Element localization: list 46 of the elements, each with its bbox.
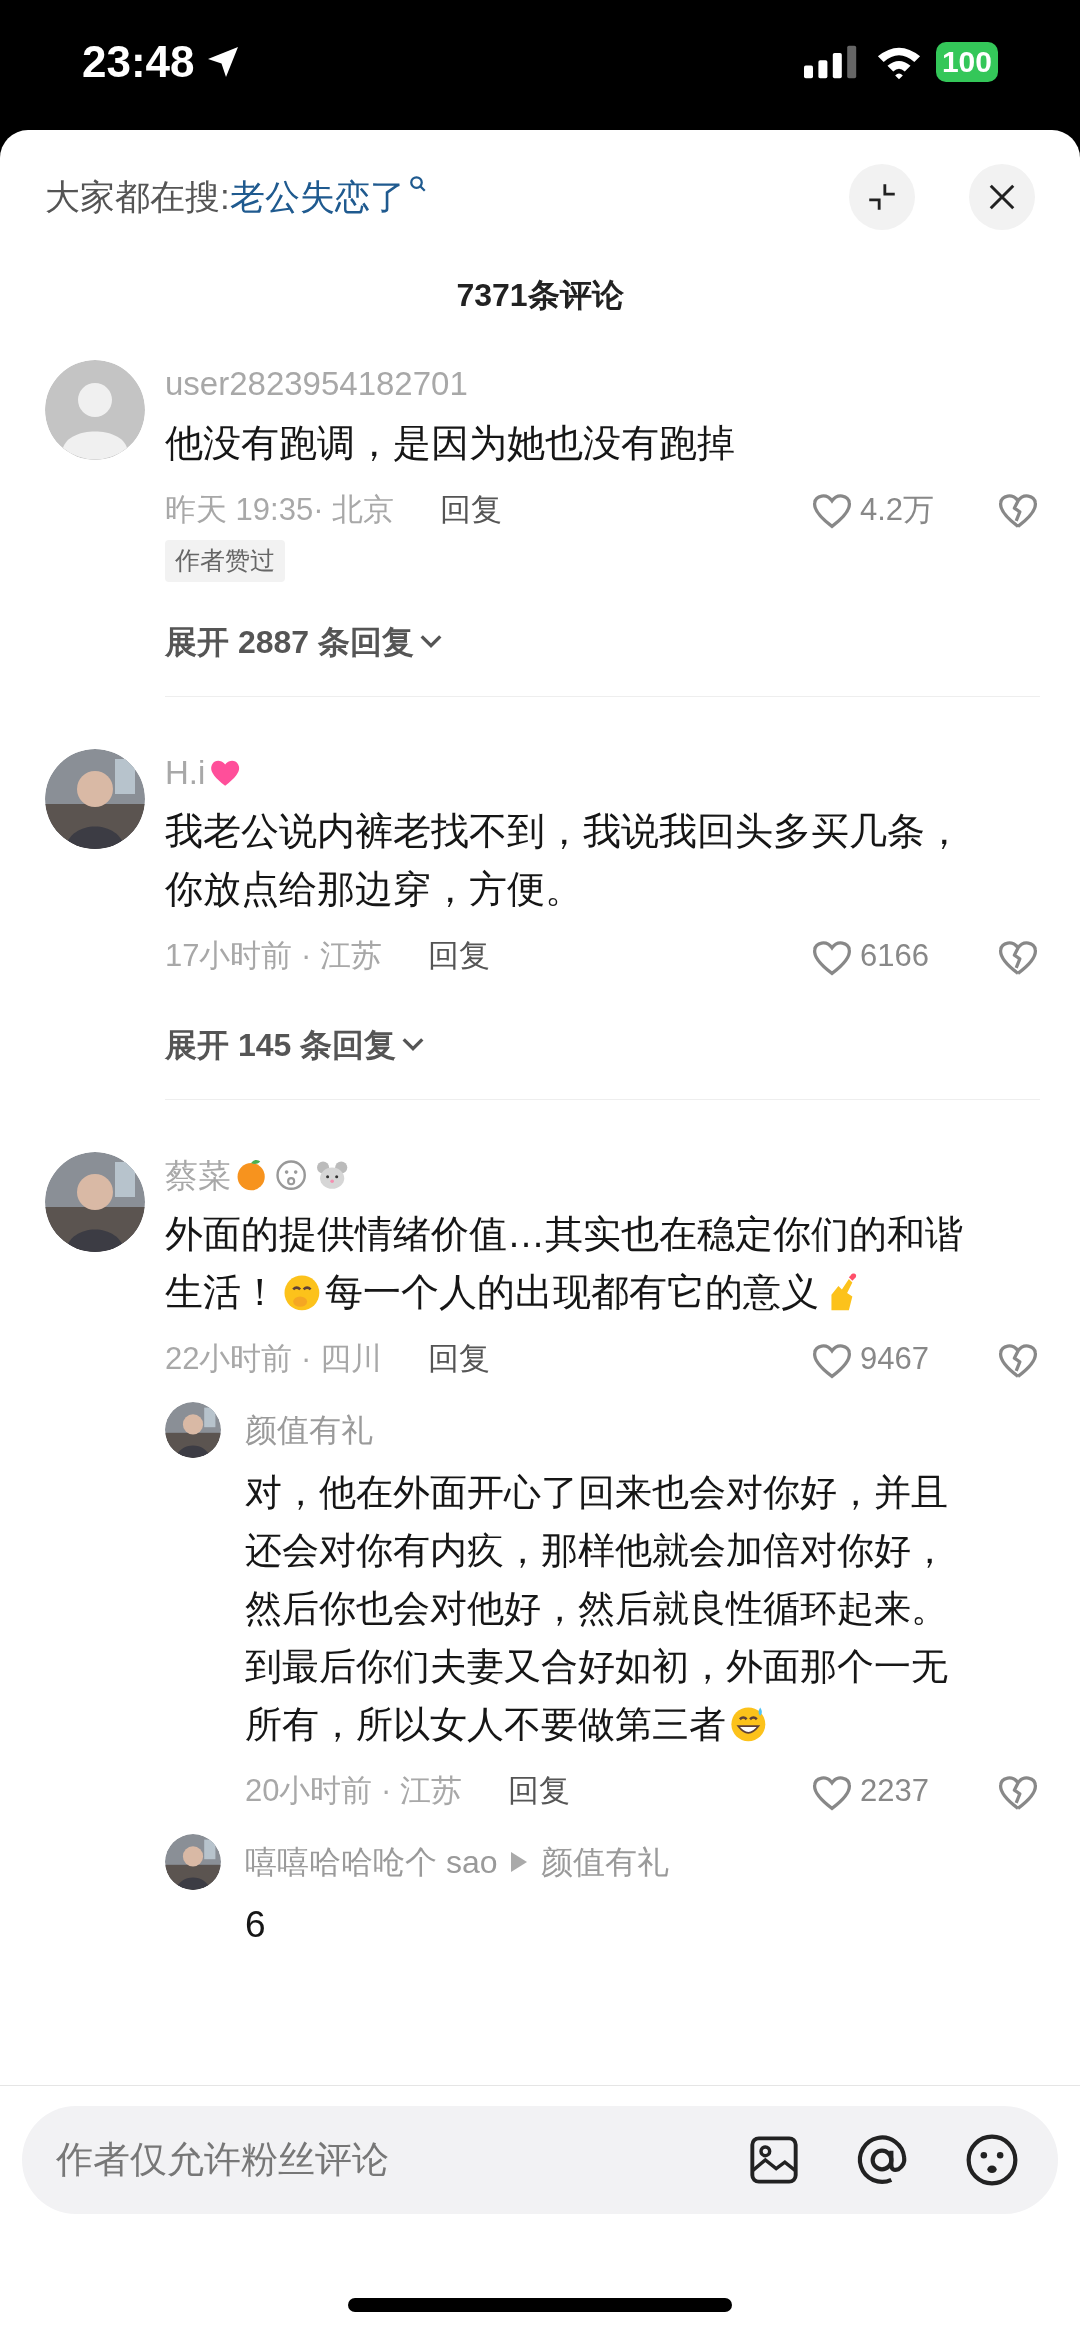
trending-search-link[interactable]: 老公失恋了 [229,170,427,224]
like-count: 6166 [860,937,930,976]
reply-text: 6 [245,1902,266,1947]
like-count: 9467 [860,1340,930,1379]
comment-time-location: 昨天 19:35· 北京 [165,490,395,529]
reply-username: 嘻嘻哈哈呛个 sao [245,1842,498,1882]
like-count: 2237 [860,1772,930,1811]
expand-replies-button[interactable]: 展开 2887 条回复 [165,617,444,666]
reply-text: 到最后你们夫妻又合好如初，外面那个一无 [245,1644,948,1689]
reply-text: 对，他在外面开心了回来也会对你好，并且 [245,1470,948,1515]
comment-username: H.i [165,752,206,793]
search-icon [408,174,427,193]
close-icon [987,182,1017,212]
play-arrow-icon [511,1851,528,1872]
reply-button[interactable]: 回复 [508,1768,571,1815]
comment-text: 每一个人的出现都有它的意义 [324,1270,819,1315]
expand-replies-button[interactable]: 展开 145 条回复 [165,1020,427,1069]
trending-label: 大家都在搜: [45,175,230,218]
reply-button[interactable]: 回复 [428,933,491,980]
comment-time-location: 20小时前 · 江苏 [245,1772,463,1811]
reply-button[interactable]: 回复 [440,486,503,534]
reply-text: 所有，所以女人不要做第三者 [245,1702,726,1747]
emoji-icon[interactable] [964,2132,1020,2188]
comment-input[interactable]: 作者仅允许粉丝评论 [22,2106,1058,2214]
reply-text: 还会对你有内疚，那样他就会加倍对你好， [245,1528,948,1573]
comment-text: 生活！ [165,1270,279,1315]
comment-username: 蔡菜 [165,1155,231,1196]
comment-time-location: 22小时前 · 四川 [165,1340,383,1379]
comment-text: 我老公说内裤老找不到，我说我回头多买几条， [165,809,963,854]
reply-button[interactable]: 回复 [428,1336,491,1383]
image-icon[interactable] [748,2134,800,2186]
comment-time-location: 17小时前 · 江苏 [165,937,383,976]
author-liked-tag: 作者赞过 [165,540,285,582]
comment-username: user2823954182701 [165,364,468,405]
battery-indicator: 100 [935,42,998,82]
comment-text: 他没有跑调，是因为她也没有跑掉 [165,420,735,466]
reply-target: 颜值有礼 [541,1842,670,1882]
comment-text: 外面的提供情绪价值…其实也在稳定你们的和谐 [165,1212,963,1257]
status-time: 23:48 [82,36,195,88]
reply-username: 颜值有礼 [245,1410,373,1450]
input-placeholder: 作者仅允许粉丝评论 [56,2138,390,2183]
comment-text: 你放点给那边穿，方便。 [165,867,583,912]
like-count: 4.2万 [860,490,936,529]
comment-count: 7371条评论 [456,276,624,315]
reply-text: 然后你也会对他好，然后就良性循环起来。 [245,1586,948,1631]
signal-icon [803,44,858,80]
